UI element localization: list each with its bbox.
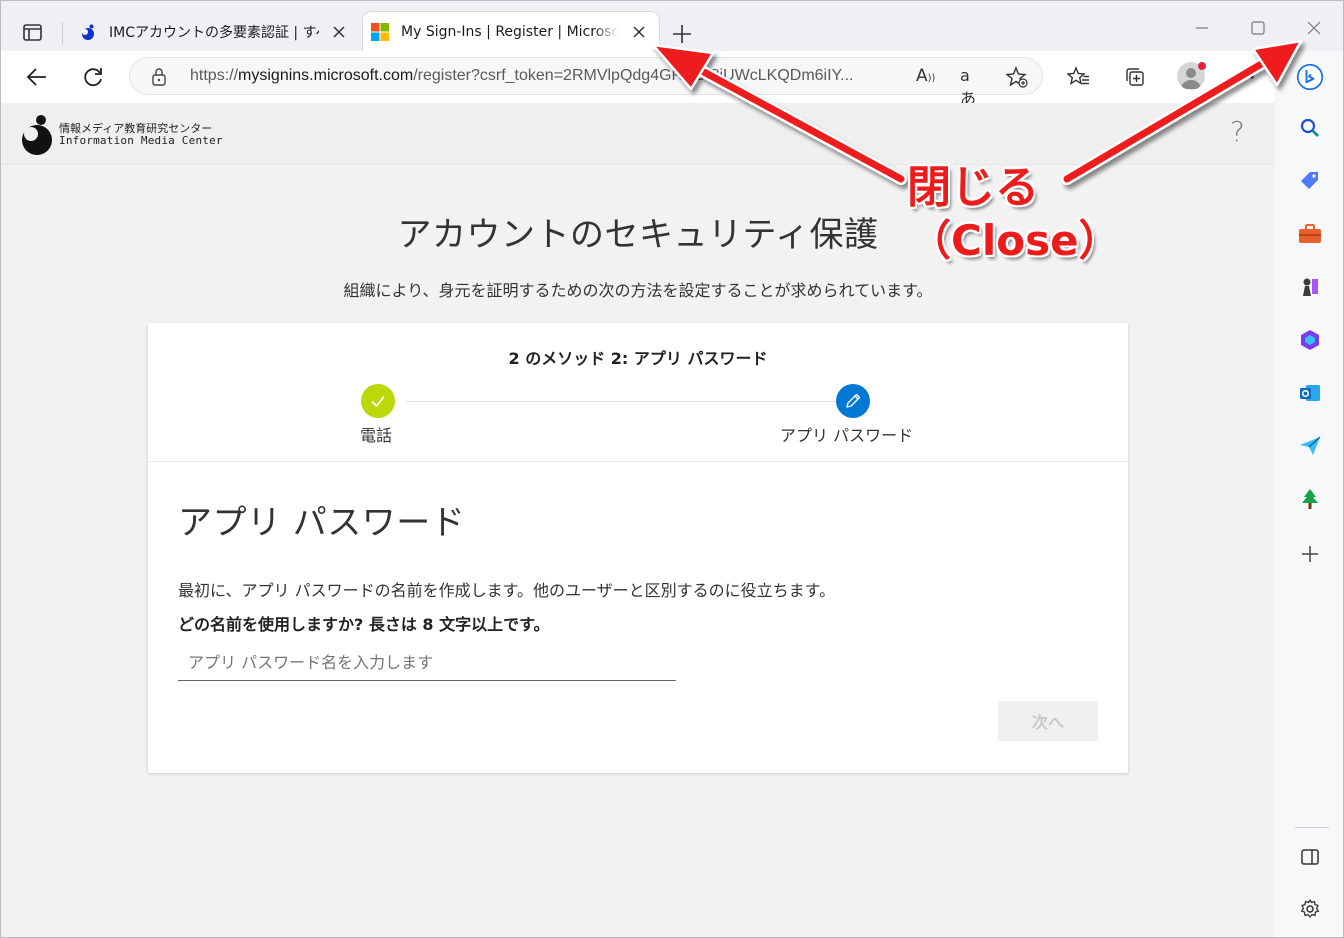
collections-icon[interactable] [1121,63,1149,91]
bing-copilot-icon[interactable] [1296,63,1324,91]
step-done-check-icon [361,384,395,418]
outlook-icon[interactable] [1296,379,1324,407]
tree-icon[interactable] [1296,485,1324,513]
back-arrow-icon[interactable] [23,63,51,91]
maximize-icon[interactable] [1247,17,1269,39]
imc-favicon-icon [82,24,94,40]
tab-imc-mfa[interactable]: IMCアカウントの多要素認証 | すべて [71,12,359,52]
favorites-icon[interactable] [1065,63,1093,91]
registration-card: 2 のメソッド 2: アプリ パスワード 電話 アプリ パスワード アプリ パス… [148,323,1128,773]
new-tab-plus-icon[interactable] [669,21,695,47]
edge-sidebar [1275,51,1343,937]
page-subtitle: 組織により、身元を証明するための次の方法を設定することが求められています。 [343,281,933,300]
step-label-app-password: アプリ パスワード [780,426,914,445]
section-description: 最初に、アプリ パスワードの名前を作成します。他のユーザーと区別するのに役立ちま… [178,581,836,600]
more-menu-icon[interactable] [1231,63,1259,91]
sidebar-separator [1295,827,1329,828]
refresh-icon[interactable] [79,63,107,91]
browser-toolbar: https://mysignins.microsoft.com/register… [1,51,1343,108]
tab-title: My Sign-Ins | Register | Microsoft [401,24,619,40]
app-password-name-input[interactable] [178,645,676,681]
read-aloud-icon[interactable]: A)) [916,66,938,88]
tab-close-icon[interactable] [631,24,647,40]
org-header: 情報メディア教育研究センター Information Media Center … [2,103,1274,165]
name-question: どの名前を使用しますか? 長さは 8 文字以上です。 [178,615,550,634]
annotation-close-en: （Close） [909,216,1121,265]
imc-logo-icon [22,115,52,155]
tab-title: IMCアカウントの多要素認証 | すべて [109,25,319,41]
progress-line [406,401,838,402]
tab-my-sign-ins[interactable]: My Sign-Ins | Register | Microsoft [363,12,659,52]
profile-notification-dot [1198,62,1206,70]
microsoft-logo-icon [371,23,389,41]
send-drop-icon[interactable] [1296,432,1324,460]
minimize-icon[interactable] [1191,17,1213,39]
microsoft-365-icon[interactable] [1296,326,1324,354]
section-title: アプリ パスワード [178,503,466,543]
games-chess-icon[interactable] [1296,273,1324,301]
step-title: 2 のメソッド 2: アプリ パスワード [508,349,768,368]
browser-window: IMCアカウントの多要素認証 | すべて My Sign-Ins | Regis… [0,0,1344,938]
url-text[interactable]: https://mysignins.microsoft.com/register… [190,67,905,85]
hide-sidebar-icon[interactable] [1296,843,1324,871]
window-close-icon[interactable] [1303,17,1325,39]
org-name-en: Information Media Center [59,134,223,147]
lock-icon[interactable] [150,67,168,87]
shopping-tag-icon[interactable] [1296,167,1324,195]
card-divider [148,461,1128,462]
tab-actions-icon[interactable] [15,15,51,51]
translate-icon[interactable]: aあ [960,66,982,108]
settings-gear-icon[interactable] [1296,895,1324,923]
next-button[interactable]: 次へ [998,701,1098,741]
search-icon[interactable] [1296,114,1324,142]
add-favorite-star-icon[interactable] [1006,66,1028,88]
step-label-phone: 電話 [360,426,393,445]
annotation-close-ja: 閉じる [907,162,1039,213]
tools-briefcase-icon[interactable] [1296,220,1324,248]
tab-strip: IMCアカウントの多要素認証 | すべて My Sign-Ins | Regis… [1,1,1343,52]
add-sidebar-app-icon[interactable] [1296,540,1324,568]
tab-close-icon[interactable] [331,24,347,40]
help-icon[interactable]: ? [1230,115,1245,148]
address-bar[interactable]: https://mysignins.microsoft.com/register… [129,57,1043,108]
tab-separator [62,22,63,44]
step-current-pencil-icon [836,384,870,418]
